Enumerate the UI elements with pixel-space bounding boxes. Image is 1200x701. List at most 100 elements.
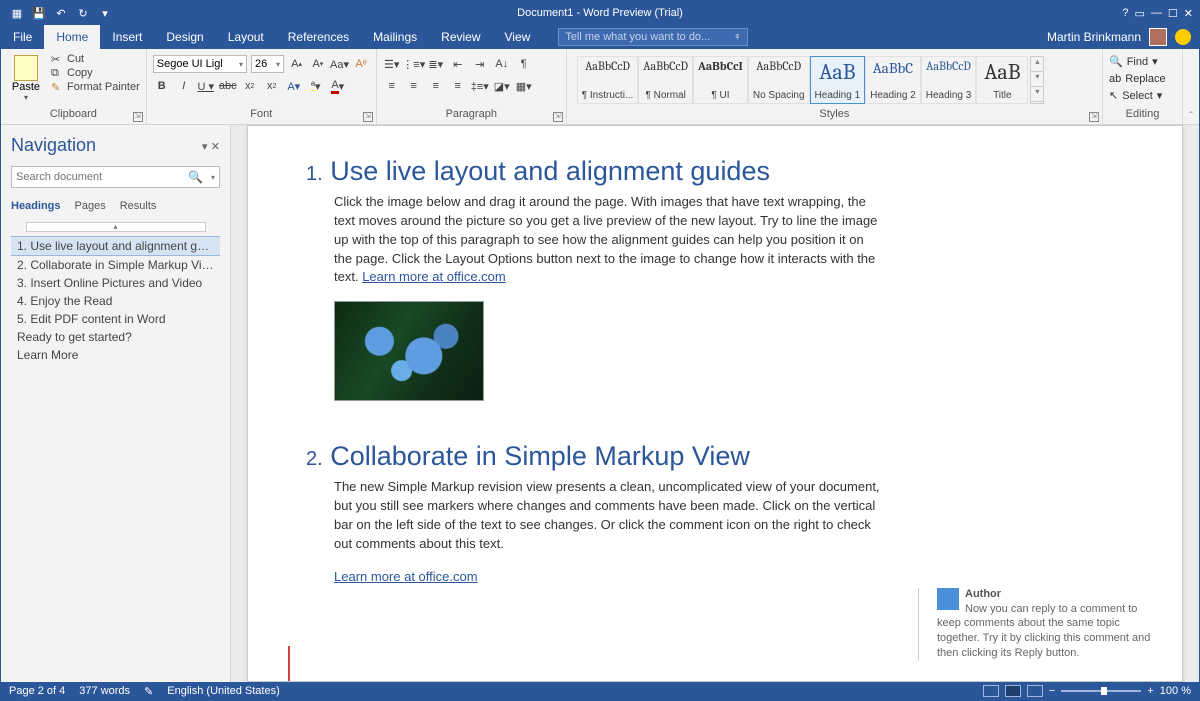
copy-button[interactable]: ⧉Copy: [51, 67, 140, 79]
qat-redo-icon[interactable]: ↻: [75, 7, 91, 20]
nav-item[interactable]: 2. Collaborate in Simple Markup View: [11, 256, 220, 274]
change-case-button[interactable]: Aa▾: [331, 55, 349, 73]
cut-button[interactable]: ✂Cut: [51, 53, 140, 65]
print-layout-icon[interactable]: [1005, 685, 1021, 697]
line-spacing-button[interactable]: ‡≡▾: [471, 77, 489, 95]
web-layout-icon[interactable]: [1027, 685, 1043, 697]
style--normal[interactable]: AaBbCcD¶ Normal: [638, 56, 693, 104]
section-1-heading[interactable]: 1. Use live layout and alignment guides: [306, 156, 882, 187]
section-2-link[interactable]: Learn more at office.com: [334, 569, 478, 584]
tab-design[interactable]: Design: [154, 25, 215, 49]
highlight-button[interactable]: ª▾: [307, 77, 325, 95]
styles-launcher-icon[interactable]: ⇲: [1089, 112, 1099, 122]
paste-dropdown-icon[interactable]: ▾: [24, 93, 28, 102]
style-heading-3[interactable]: AaBbCcDHeading 3: [921, 56, 977, 104]
tab-layout[interactable]: Layout: [216, 25, 276, 49]
spellcheck-icon[interactable]: ✎: [144, 685, 153, 698]
revision-bar[interactable]: [288, 646, 290, 682]
nav-tab-results[interactable]: Results: [120, 200, 157, 212]
nav-collapse-button[interactable]: ▴: [26, 222, 206, 232]
grow-font-button[interactable]: A▴: [288, 55, 305, 73]
nav-dropdown-icon[interactable]: ▾: [202, 141, 208, 153]
section-2-body[interactable]: The new Simple Markup revision view pres…: [334, 478, 882, 553]
nav-search[interactable]: 🔍 ▾: [11, 166, 220, 188]
nav-item[interactable]: Ready to get started?: [11, 328, 220, 346]
sort-button[interactable]: A↓: [493, 55, 511, 73]
style-no-spacing[interactable]: AaBbCcDNo Spacing: [748, 56, 810, 104]
superscript-button[interactable]: x2: [263, 77, 281, 95]
flowers-image[interactable]: [334, 301, 484, 401]
show-marks-button[interactable]: ¶: [515, 55, 533, 73]
zoom-level[interactable]: 100 %: [1160, 685, 1191, 697]
bold-button[interactable]: B: [153, 77, 171, 95]
collapse-ribbon-icon[interactable]: ˆ: [1183, 49, 1199, 124]
help-icon[interactable]: ?: [1122, 7, 1128, 20]
borders-button[interactable]: ▦▾: [515, 77, 533, 95]
feedback-smiley-icon[interactable]: [1175, 29, 1191, 45]
align-center-button[interactable]: ≡: [405, 77, 423, 95]
tab-review[interactable]: Review: [429, 25, 492, 49]
close-icon[interactable]: ✕: [1184, 7, 1193, 20]
nav-tab-headings[interactable]: Headings: [11, 200, 61, 212]
font-name-select[interactable]: Segoe UI Ligl▾: [153, 55, 247, 73]
style-heading-1[interactable]: AaBHeading 1: [810, 56, 866, 104]
style--instructi-[interactable]: AaBbCcD¶ Instructi...: [577, 56, 639, 104]
decrease-indent-button[interactable]: ⇤: [449, 55, 467, 73]
font-color-button[interactable]: A▾: [329, 77, 347, 95]
nav-item[interactable]: 5. Edit PDF content in Word: [11, 310, 220, 328]
zoom-slider-thumb[interactable]: [1101, 687, 1107, 695]
document-page[interactable]: 1. Use live layout and alignment guides …: [247, 125, 1183, 682]
italic-button[interactable]: I: [175, 77, 193, 95]
align-right-button[interactable]: ≡: [427, 77, 445, 95]
ribbon-display-icon[interactable]: ▭: [1135, 7, 1145, 20]
nav-item[interactable]: 4. Enjoy the Read: [11, 292, 220, 310]
multilevel-button[interactable]: ≣▾: [427, 55, 445, 73]
zoom-in-icon[interactable]: +: [1147, 685, 1153, 697]
section-2-heading[interactable]: 2. Collaborate in Simple Markup View: [306, 441, 882, 472]
user-name[interactable]: Martin Brinkmann: [1047, 30, 1141, 44]
select-button[interactable]: ↖Select ▾: [1109, 87, 1176, 104]
comment-balloon[interactable]: Author Now you can reply to a comment to…: [918, 588, 1158, 661]
increase-indent-button[interactable]: ⇥: [471, 55, 489, 73]
zoom-out-icon[interactable]: −: [1049, 685, 1055, 697]
tab-file[interactable]: File: [1, 25, 44, 49]
section-1-link[interactable]: Learn more at office.com: [362, 269, 506, 284]
subscript-button[interactable]: x2: [241, 77, 259, 95]
maximize-icon[interactable]: ☐: [1168, 7, 1178, 20]
search-icon[interactable]: 🔍: [184, 170, 207, 184]
paragraph-launcher-icon[interactable]: ⇲: [553, 112, 563, 122]
style-title[interactable]: AaBTitle: [976, 56, 1028, 104]
find-button[interactable]: 🔍Find ▾: [1109, 53, 1176, 70]
search-dropdown-icon[interactable]: ▾: [207, 173, 219, 182]
style--ui[interactable]: AaBbCcI¶ UI: [693, 56, 748, 104]
nav-item[interactable]: Learn More: [11, 346, 220, 364]
tab-references[interactable]: References: [276, 25, 361, 49]
nav-search-input[interactable]: [12, 171, 184, 183]
read-mode-icon[interactable]: [983, 685, 999, 697]
justify-button[interactable]: ≡: [449, 77, 467, 95]
nav-item[interactable]: 1. Use live layout and alignment gui...: [11, 236, 220, 256]
clear-formatting-button[interactable]: Aᵉ: [353, 55, 370, 73]
tab-insert[interactable]: Insert: [100, 25, 154, 49]
numbering-button[interactable]: ⋮≡▾: [405, 55, 423, 73]
tell-me-search[interactable]: Tell me what you want to do... ♀: [558, 28, 748, 46]
nav-tab-pages[interactable]: Pages: [75, 200, 106, 212]
format-painter-button[interactable]: ✎Format Painter: [51, 81, 140, 93]
font-size-select[interactable]: 26▾: [251, 55, 284, 73]
styles-scroll-0[interactable]: ▴: [1031, 57, 1043, 72]
nav-close-icon[interactable]: ✕: [211, 141, 220, 153]
user-avatar[interactable]: [1149, 28, 1167, 46]
align-left-button[interactable]: ≡: [383, 77, 401, 95]
qat-customize-icon[interactable]: ▾: [97, 7, 113, 20]
section-1-body[interactable]: Click the image below and drag it around…: [334, 193, 882, 287]
text-effects-button[interactable]: A▾: [285, 77, 303, 95]
status-page[interactable]: Page 2 of 4: [9, 685, 65, 697]
bullets-button[interactable]: ☰▾: [383, 55, 401, 73]
styles-scroll-1[interactable]: ▾: [1031, 72, 1043, 87]
qat-undo-icon[interactable]: ↶: [53, 7, 69, 20]
tab-mailings[interactable]: Mailings: [361, 25, 429, 49]
zoom-slider[interactable]: [1061, 690, 1141, 692]
shading-button[interactable]: ◪▾: [493, 77, 511, 95]
tab-view[interactable]: View: [493, 25, 543, 49]
underline-button[interactable]: U ▾: [197, 77, 215, 95]
